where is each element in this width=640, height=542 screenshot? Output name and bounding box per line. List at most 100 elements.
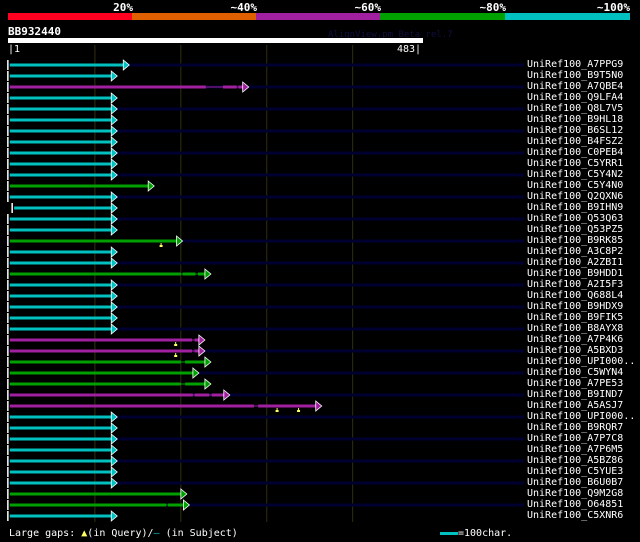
aligned-segment <box>9 162 112 166</box>
hit-label[interactable]: UniRef100_A5ASJ7 <box>527 400 623 411</box>
aligned-segment <box>14 206 112 210</box>
hit-label[interactable]: UniRef100_B9HDD1 <box>527 268 623 279</box>
hit-label[interactable]: UniRef100_A7P6M5 <box>527 444 623 455</box>
aligned-segment <box>9 228 112 232</box>
hit-label[interactable]: UniRef100_B9IHN9 <box>527 202 623 213</box>
aligned-segment <box>9 96 112 100</box>
aligned-segment <box>9 316 112 320</box>
aligned-segment <box>9 492 181 496</box>
aligned-segment <box>9 481 112 485</box>
aligned-segment <box>9 217 112 221</box>
aligned-segment <box>9 305 112 309</box>
hit-label[interactable]: UniRef100_A2ZBI1 <box>527 257 623 268</box>
scale-line-icon <box>440 531 458 535</box>
aligned-segment <box>9 85 206 89</box>
hit-end-arrow-icon <box>204 356 212 368</box>
hit-label[interactable]: UniRef100_Q9M2G8 <box>527 488 623 499</box>
hit-end-arrow-icon <box>110 433 118 445</box>
hit-end-arrow-icon <box>198 345 206 357</box>
hit-label[interactable]: UniRef100_UPI000.. <box>527 411 635 422</box>
aligned-segment <box>198 272 205 276</box>
aligned-segment <box>9 371 193 375</box>
hit-label[interactable]: UniRef100_B9IND7 <box>527 389 623 400</box>
aligned-segment <box>9 173 112 177</box>
aligned-segment <box>9 184 149 188</box>
hit-end-arrow-icon <box>110 444 118 456</box>
query-gap-marker <box>174 355 178 357</box>
aligned-segment <box>211 393 224 397</box>
hit-end-arrow-icon <box>110 136 118 148</box>
hit-end-arrow-icon <box>204 268 212 280</box>
aligned-segment <box>9 151 112 155</box>
aligned-segment <box>9 349 193 353</box>
hit-end-arrow-icon <box>198 334 206 346</box>
aligned-segment <box>9 250 112 254</box>
hit-end-arrow-icon <box>110 257 118 269</box>
aligned-segment <box>9 294 112 298</box>
hit-label[interactable]: UniRef100_B9RK85 <box>527 235 623 246</box>
hit-label[interactable]: UniRef100_C0PEB4 <box>527 147 623 158</box>
aligned-segment <box>9 195 112 199</box>
aligned-segment <box>9 514 112 518</box>
aligned-segment <box>9 63 124 67</box>
hit-label[interactable]: UniRef100_Q9LFA4 <box>527 92 623 103</box>
hit-label[interactable]: UniRef100_Q2QXN6 <box>527 191 623 202</box>
hit-label[interactable]: UniRef100_A7PPG9 <box>527 59 623 70</box>
hit-end-arrow-icon <box>122 59 130 71</box>
hit-label[interactable]: UniRef100_B9HL18 <box>527 114 623 125</box>
hit-end-arrow-icon <box>110 301 118 313</box>
hit-label[interactable]: UniRef100_O64851 <box>527 499 623 510</box>
aligned-segment <box>9 129 112 133</box>
aligned-segment <box>185 360 205 364</box>
hit-label[interactable]: UniRef100_A7P4K6 <box>527 334 623 345</box>
hit-label[interactable]: UniRef100_A3C8P2 <box>527 246 623 257</box>
hit-end-arrow-icon <box>180 488 188 500</box>
hit-end-arrow-icon <box>110 246 118 258</box>
hit-label[interactable]: UniRef100_B6SL12 <box>527 125 623 136</box>
aligned-segment <box>194 349 199 353</box>
hit-label[interactable]: UniRef100_C5Y4N0 <box>527 180 623 191</box>
hit-label[interactable]: UniRef100_B8AYX8 <box>527 323 623 334</box>
hit-end-arrow-icon <box>110 125 118 137</box>
hit-label[interactable]: UniRef100_A2I5F3 <box>527 279 623 290</box>
hit-label[interactable]: UniRef100_C5YRR1 <box>527 158 623 169</box>
hit-label[interactable]: UniRef100_C5XNR6 <box>527 510 623 521</box>
hit-end-arrow-icon <box>110 323 118 335</box>
hit-label[interactable]: UniRef100_UPI000.. <box>527 356 635 367</box>
aligned-segment <box>167 503 184 507</box>
aligned-segment <box>238 85 243 89</box>
aligned-segment <box>9 382 181 386</box>
hit-label[interactable]: UniRef100_C5YUE3 <box>527 466 623 477</box>
hit-end-arrow-icon <box>110 455 118 467</box>
hit-end-arrow-icon <box>110 213 118 225</box>
hit-label[interactable]: UniRef100_Q688L4 <box>527 290 623 301</box>
hit-label[interactable]: UniRef100_B9T5N0 <box>527 70 623 81</box>
aligned-segment <box>194 393 210 397</box>
query-gap-marker <box>297 410 301 412</box>
hit-end-arrow-icon <box>110 422 118 434</box>
hit-label[interactable]: UniRef100_B9RQR7 <box>527 422 623 433</box>
hit-label[interactable]: UniRef100_C5Y4N2 <box>527 169 623 180</box>
hit-label[interactable]: UniRef100_A7P7C8 <box>527 433 623 444</box>
hit-label[interactable]: UniRef100_C5WYN4 <box>527 367 623 378</box>
hit-label[interactable]: UniRef100_Q53PZ5 <box>527 224 623 235</box>
aligned-segment <box>9 448 112 452</box>
hit-label[interactable]: UniRef100_Q53Q63 <box>527 213 623 224</box>
hit-label[interactable]: UniRef100_A7PE53 <box>527 378 623 389</box>
hit-label[interactable]: UniRef100_A7QBE4 <box>527 81 623 92</box>
hit-end-arrow-icon <box>147 180 155 192</box>
hit-end-arrow-icon <box>110 290 118 302</box>
hit-label[interactable]: UniRef100_A5BZ86 <box>527 455 623 466</box>
hit-end-arrow-icon <box>183 499 191 511</box>
aligned-segment <box>9 283 112 287</box>
hit-label[interactable]: UniRef100_Q8L7V5 <box>527 103 623 114</box>
hit-label[interactable]: UniRef100_B9HDX9 <box>527 301 623 312</box>
hit-label[interactable]: UniRef100_A5BXD3 <box>527 345 623 356</box>
hit-label[interactable]: UniRef100_B9FIK5 <box>527 312 623 323</box>
aligned-segment <box>9 470 112 474</box>
hit-label[interactable]: UniRef100_B6U0B7 <box>527 477 623 488</box>
hit-label[interactable]: UniRef100_B4FSZ2 <box>527 136 623 147</box>
aligned-segment <box>9 459 112 463</box>
hit-end-arrow-icon <box>110 191 118 203</box>
query-gap-marker <box>159 245 163 247</box>
